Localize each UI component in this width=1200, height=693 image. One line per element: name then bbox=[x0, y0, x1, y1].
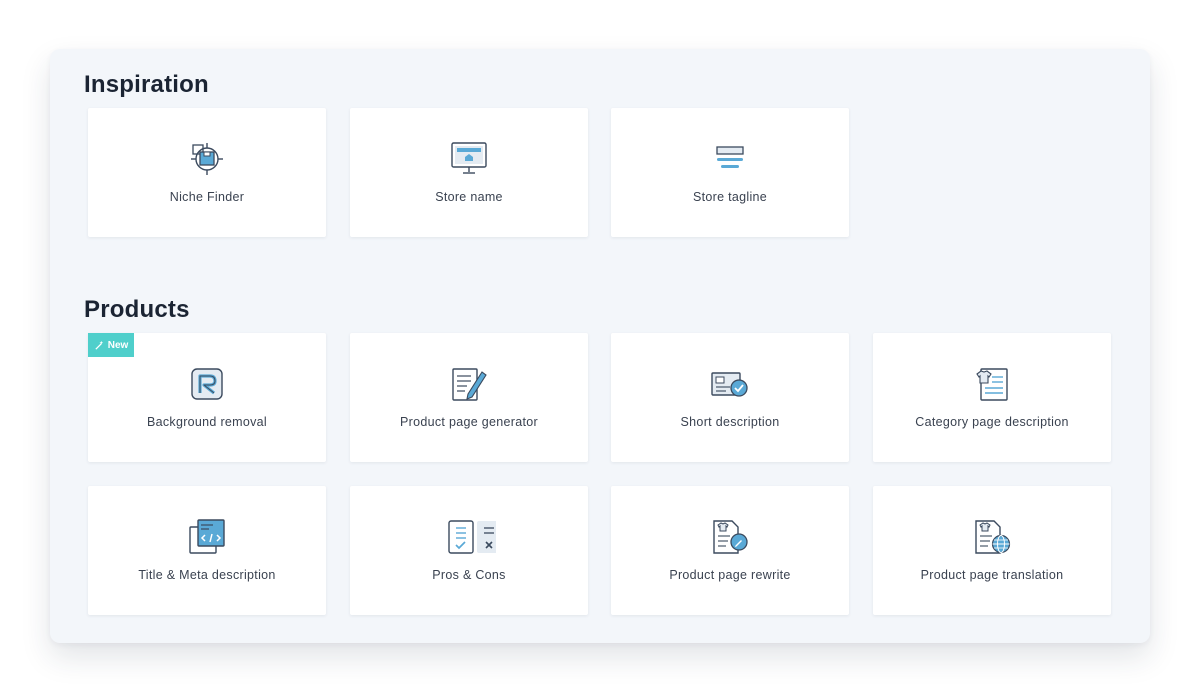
background-removal-icon bbox=[191, 368, 223, 400]
card-label: Category page description bbox=[915, 415, 1069, 429]
short-description-icon bbox=[711, 372, 748, 397]
card-category-page-description[interactable]: Category page description bbox=[873, 333, 1111, 462]
code-window-icon bbox=[189, 519, 225, 554]
section-title-inspiration: Inspiration bbox=[84, 71, 209, 98]
card-niche-finder[interactable]: Niche Finder bbox=[88, 108, 326, 237]
card-store-tagline[interactable]: Store tagline bbox=[611, 108, 849, 237]
page-translation-icon bbox=[975, 520, 1011, 554]
card-label: Store name bbox=[435, 190, 503, 204]
card-label: Product page rewrite bbox=[669, 568, 791, 582]
pros-cons-icon bbox=[448, 520, 496, 554]
document-pen-icon bbox=[452, 368, 487, 401]
card-label: Product page translation bbox=[920, 568, 1064, 582]
card-background-removal[interactable]: New Background removal bbox=[88, 333, 326, 462]
card-store-name[interactable]: Store name bbox=[350, 108, 588, 237]
card-product-page-translation[interactable]: Product page translation bbox=[873, 486, 1111, 615]
card-label: Short description bbox=[680, 415, 780, 429]
card-label: Background removal bbox=[146, 415, 268, 429]
card-label: Product page generator bbox=[400, 415, 538, 429]
card-label: Pros & Cons bbox=[432, 568, 506, 582]
page-rewrite-icon bbox=[713, 520, 748, 554]
card-product-page-rewrite[interactable]: Product page rewrite bbox=[611, 486, 849, 615]
card-label: Title & Meta description bbox=[138, 568, 276, 582]
card-title-meta-description[interactable]: Title & Meta description bbox=[88, 486, 326, 615]
category-page-icon bbox=[976, 368, 1008, 401]
card-label: Niche Finder bbox=[169, 190, 245, 204]
card-product-page-generator[interactable]: Product page generator bbox=[350, 333, 588, 462]
card-pros-cons[interactable]: Pros & Cons bbox=[350, 486, 588, 615]
tools-panel: Inspiration Niche Finder Store name Stor… bbox=[50, 49, 1150, 643]
section-title-products: Products bbox=[84, 296, 190, 323]
tagline-lines-icon bbox=[716, 146, 744, 168]
card-short-description[interactable]: Short description bbox=[611, 333, 849, 462]
new-badge: New bbox=[88, 333, 134, 357]
store-monitor-icon bbox=[451, 142, 487, 174]
card-label: Store tagline bbox=[692, 190, 768, 204]
badge-label: New bbox=[107, 339, 129, 351]
magic-wand-icon bbox=[95, 340, 103, 350]
niche-finder-icon bbox=[191, 143, 223, 175]
